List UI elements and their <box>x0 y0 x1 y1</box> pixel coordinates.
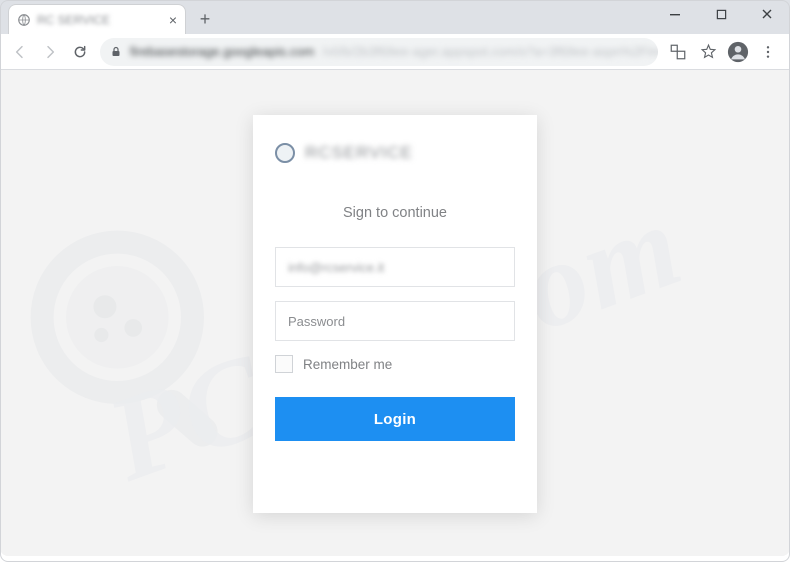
login-card: RCSERVICE Sign to continue info@rcservic… <box>253 115 537 513</box>
watermark-magnifier-icon <box>20 220 250 450</box>
login-button[interactable]: Login <box>275 397 515 441</box>
close-tab-icon[interactable]: × <box>169 13 177 27</box>
new-tab-button[interactable]: + <box>192 6 218 32</box>
address-bar[interactable]: firebasestorage.googleapis.com /v0/b/2b3… <box>100 38 658 66</box>
browser-toolbar: firebasestorage.googleapis.com /v0/b/2b3… <box>0 34 790 70</box>
email-field[interactable]: info@rcservice.it <box>275 247 515 287</box>
brand-row: RCSERVICE <box>275 141 515 165</box>
reload-button[interactable] <box>66 38 94 66</box>
profile-avatar-icon[interactable] <box>724 38 752 66</box>
browser-titlebar: RC SERVICE × + <box>0 0 790 34</box>
back-button[interactable] <box>6 38 34 66</box>
forward-button[interactable] <box>36 38 64 66</box>
window-maximize-button[interactable] <box>698 0 744 28</box>
globe-icon <box>275 143 295 163</box>
kebab-menu-icon[interactable] <box>754 38 782 66</box>
login-button-label: Login <box>374 411 416 428</box>
page-viewport: PCrisk.com RCSERVICE Sign to continue in… <box>0 70 790 556</box>
form-heading: Sign to continue <box>275 205 515 221</box>
brand-title: RCSERVICE <box>305 143 413 163</box>
remember-me-label: Remember me <box>303 357 392 372</box>
password-placeholder: Password <box>288 314 345 329</box>
tab-title: RC SERVICE <box>37 13 163 27</box>
browser-tab[interactable]: RC SERVICE × <box>8 4 186 34</box>
lock-icon <box>110 45 122 59</box>
globe-icon <box>17 13 31 27</box>
translate-icon[interactable] <box>664 38 692 66</box>
checkbox-icon[interactable] <box>275 355 293 373</box>
url-path: /v0/b/2b3f69ee-ager.appspot.com/o?a=3f69… <box>322 44 658 59</box>
window-minimize-button[interactable] <box>652 0 698 28</box>
window-close-button[interactable] <box>744 0 790 28</box>
password-field[interactable]: Password <box>275 301 515 341</box>
url-host: firebasestorage.googleapis.com <box>130 44 314 59</box>
remember-me-row[interactable]: Remember me <box>275 355 515 373</box>
window-controls <box>652 0 790 34</box>
email-value: info@rcservice.it <box>288 260 384 275</box>
bookmark-star-icon[interactable] <box>694 38 722 66</box>
